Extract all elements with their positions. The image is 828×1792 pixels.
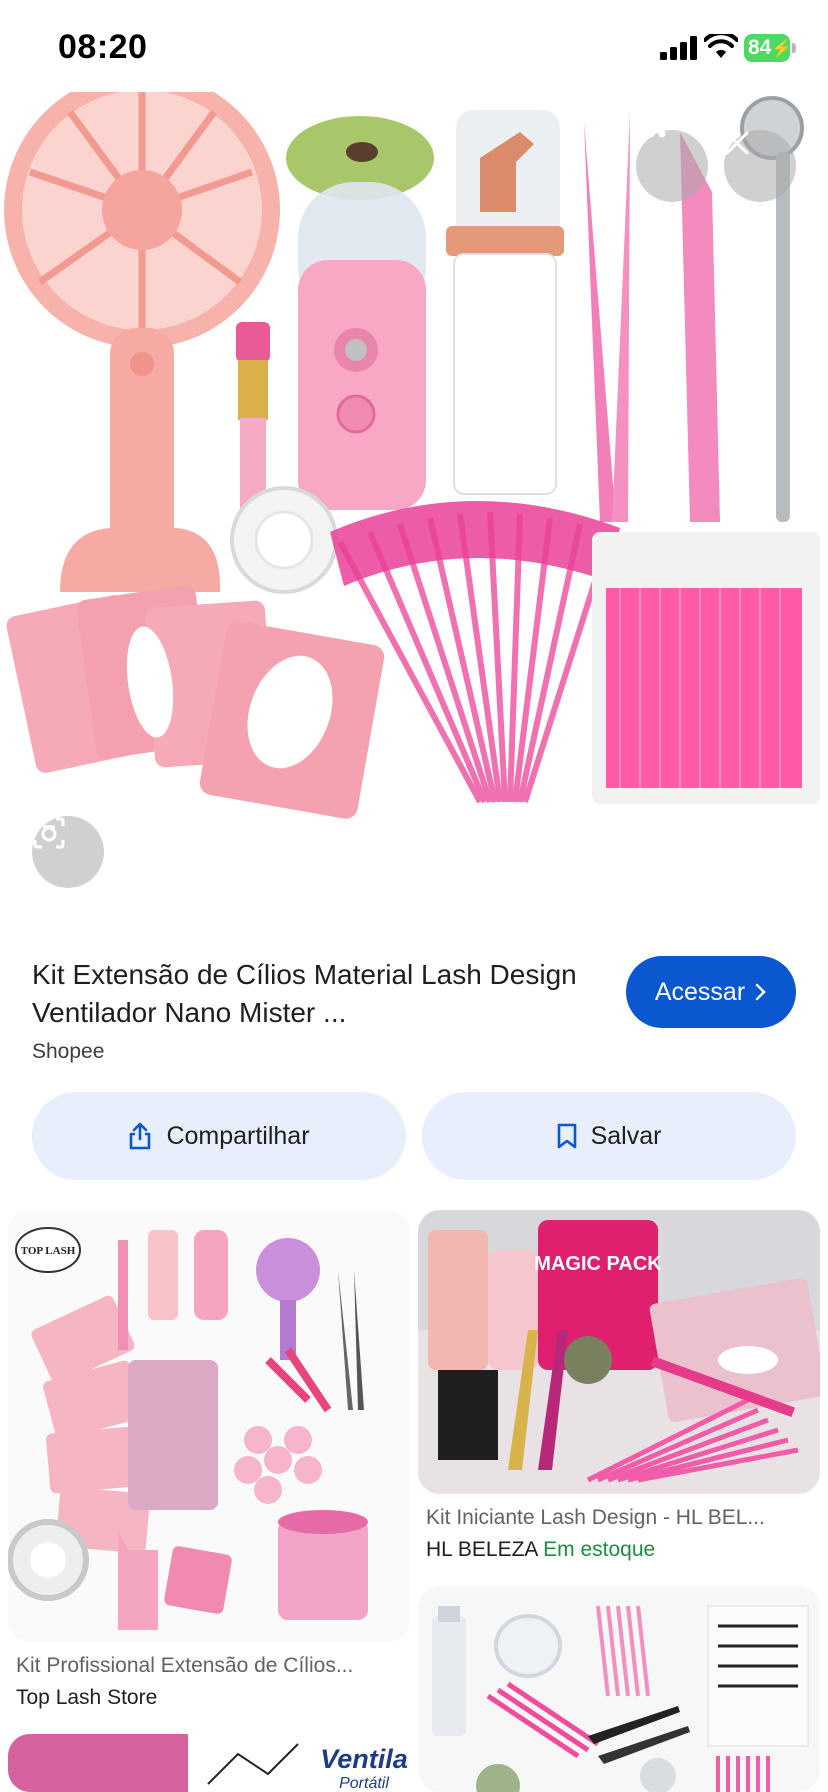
lash-kit-photo: TOP LASH — [8, 1210, 410, 1642]
product-kit-illustration — [4, 92, 820, 819]
save-label: Salvar — [590, 1121, 662, 1150]
close-icon — [725, 131, 749, 155]
google-lens-icon — [33, 817, 65, 849]
share-label: Compartilhar — [166, 1121, 310, 1150]
more-options-button[interactable] — [636, 130, 708, 202]
bookmark-icon — [557, 1123, 576, 1149]
share-icon — [130, 1122, 151, 1150]
result-source: Shopee — [32, 1040, 105, 1063]
related-store-name-2: HL BELEZA — [426, 1538, 538, 1561]
chevron-right-icon — [755, 983, 766, 1001]
related-title-2[interactable]: Kit Iniciante Lash Design - HL BEL... — [426, 1506, 806, 1530]
related-card-image[interactable]: TOP LASH — [8, 1210, 410, 1642]
close-button[interactable] — [724, 130, 796, 202]
battery-icon: 84⚡ — [744, 34, 796, 62]
top-lash-logo: TOP LASH — [21, 1245, 76, 1257]
visit-button[interactable]: Acessar — [626, 956, 796, 1028]
status-time: 08:20 — [58, 28, 148, 66]
fan-banner-photo: Ventila Portátil — [8, 1734, 410, 1792]
visual-search-button[interactable] — [32, 816, 104, 888]
banner-subtext: Portátil — [339, 1775, 389, 1792]
related-title-1[interactable]: Kit Profissional Extensão de Cílios... — [16, 1654, 396, 1678]
battery-level: 84 — [748, 36, 772, 59]
stock-badge: Em estoque — [543, 1538, 656, 1561]
share-button[interactable]: Compartilhar — [32, 1092, 406, 1180]
cellular-signal-icon — [660, 36, 697, 60]
related-card-image[interactable]: MAGIC PACK — [418, 1210, 820, 1494]
save-button[interactable]: Salvar — [422, 1092, 796, 1180]
tools-kit-photo — [418, 1586, 820, 1792]
more-icon — [636, 130, 666, 138]
related-card-image[interactable] — [418, 1586, 820, 1792]
status-bar: 08:20 84⚡ — [0, 0, 828, 96]
starter-kit-photo: MAGIC PACK — [418, 1210, 820, 1494]
wifi-icon — [704, 34, 738, 58]
result-title[interactable]: Kit Extensão de Cílios Material Lash Des… — [32, 956, 592, 1032]
related-store-2: HL BELEZA Em estoque — [426, 1538, 806, 1562]
product-image[interactable] — [0, 92, 828, 928]
related-store-1: Top Lash Store — [16, 1686, 158, 1709]
magic-pack-label: MAGIC PACK — [534, 1253, 662, 1275]
related-card-image[interactable]: Ventila Portátil — [8, 1734, 410, 1792]
visit-label: Acessar — [654, 977, 746, 1006]
banner-text: Ventila — [320, 1744, 408, 1774]
